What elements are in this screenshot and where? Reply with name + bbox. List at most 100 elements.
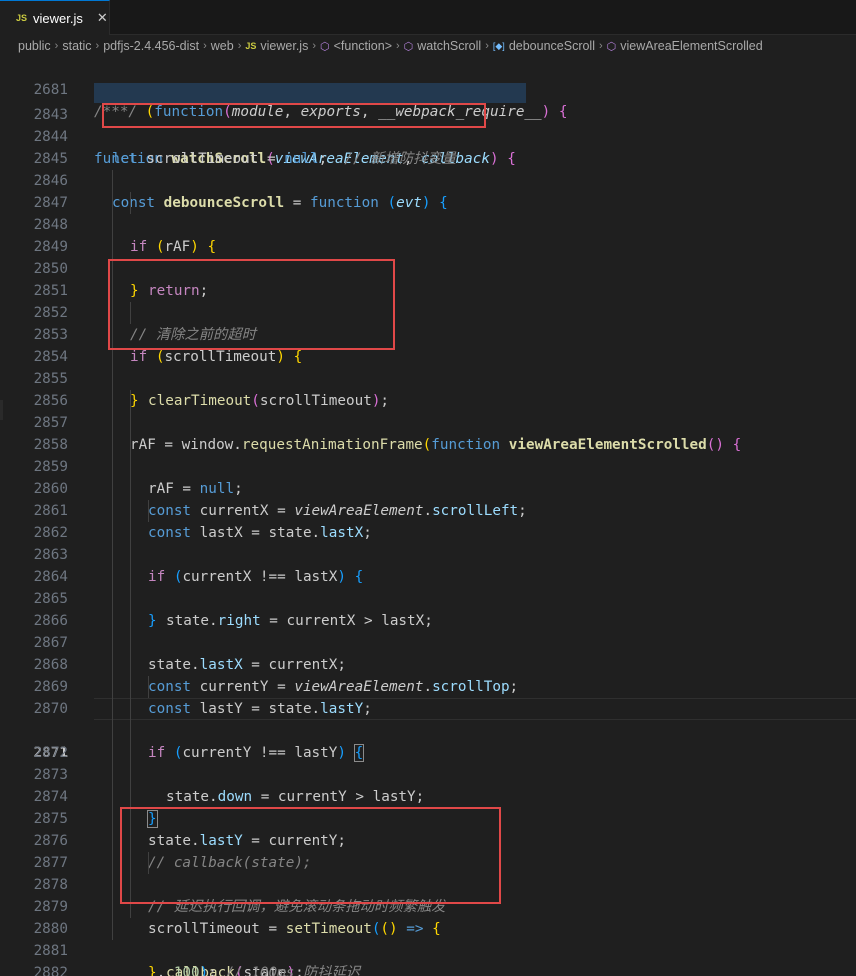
- chevron-right-icon: ›: [237, 40, 242, 52]
- code-line[interactable]: 2864: [0, 544, 856, 585]
- indent-guide: [112, 830, 113, 852]
- indent-guide: [112, 368, 113, 390]
- indent-guide: [112, 170, 113, 192]
- indent-guide: [130, 302, 131, 324]
- code-editor[interactable]: 2681 /***/ (function(module, exports, __…: [0, 57, 856, 976]
- indent-guide: [112, 236, 113, 258]
- code-line[interactable]: 2877 scrollTimeout = setTimeout(() => {: [0, 830, 856, 937]
- chevron-right-icon: ›: [312, 40, 316, 52]
- indent-guide: [112, 544, 113, 566]
- code-line[interactable]: 2878 callback(state);: [0, 852, 856, 976]
- code-line[interactable]: 2844 let scrollTimeout = null; // 新增防抖变量: [0, 104, 856, 167]
- indent-guide: [112, 412, 113, 434]
- breadcrumb-static[interactable]: static: [62, 39, 91, 53]
- breadcrumb-pdfjs-dist[interactable]: pdfjs-2.4.456-dist: [103, 39, 199, 53]
- chevron-right-icon: ›: [54, 40, 59, 52]
- js-file-icon: JS: [16, 13, 28, 23]
- code-line[interactable]: 2879 }, 100); // 100ms 防抖延迟: [0, 874, 856, 976]
- indent-guide: [130, 610, 131, 632]
- indent-guide: [112, 588, 113, 610]
- code-line[interactable]: 2876 // 延迟执行回调，避免滚动条拖动时频繁触发: [0, 808, 856, 915]
- breadcrumb-viewer-js[interactable]: JS viewer.js: [245, 39, 308, 53]
- indent-guide: [130, 588, 131, 610]
- indent-guide: [112, 390, 113, 412]
- code-line[interactable]: 2862 state.right = currentX > lastX;: [0, 500, 856, 629]
- indent-guide: [130, 192, 131, 214]
- code-line[interactable]: 2851 // 清除之前的超时: [0, 258, 856, 343]
- indent-guide: [112, 566, 113, 588]
- indent-guide: [112, 478, 113, 500]
- indent-guide: [130, 544, 131, 566]
- breadcrumb-watchscroll[interactable]: ⬡ watchScroll: [404, 39, 482, 53]
- code-line[interactable]: 2866 const currentY = viewAreaElement.sc…: [0, 588, 856, 695]
- code-line[interactable]: 2858 const currentX = viewAreaElement.sc…: [0, 412, 856, 519]
- breadcrumb-function[interactable]: ⬡ <function>: [320, 39, 392, 53]
- indent-guide: [130, 478, 131, 500]
- code-line[interactable]: 2881 });: [0, 918, 856, 959]
- indent-guide: [112, 874, 113, 896]
- tab-bar: JS viewer.js ✕: [0, 0, 856, 35]
- function-symbol-icon: ⬡: [403, 40, 414, 53]
- code-line[interactable]: 2847 if (rAF) {: [0, 170, 856, 255]
- code-line[interactable]: 2859 const lastX = state.lastX;: [0, 434, 856, 541]
- indent-guide: [112, 258, 113, 280]
- code-line[interactable]: 2681 /***/ (function(module, exports, __…: [0, 57, 856, 120]
- indent-guide: [112, 720, 113, 742]
- code-line[interactable]: 2869 if (currentY !== lastY) {: [0, 654, 856, 762]
- code-line[interactable]: 2843 function watchScroll(viewAreaElemen…: [0, 82, 856, 167]
- code-line[interactable]: 2855: [0, 346, 856, 387]
- breadcrumb-public[interactable]: public: [18, 39, 51, 53]
- function-symbol-icon: ⬡: [320, 40, 330, 53]
- indent-guide: [130, 390, 131, 412]
- indent-guide: [130, 566, 131, 588]
- code-line[interactable]: 2846 const debounceScroll = function (ev…: [0, 148, 856, 211]
- code-line-current[interactable]: 2871 }: [0, 698, 856, 828]
- breadcrumb-viewareaelementscrolled[interactable]: ⬡ viewAreaElementScrolled: [607, 39, 763, 53]
- code-line[interactable]: 2861 if (currentX !== lastX) {: [0, 478, 856, 585]
- code-line[interactable]: 2860: [0, 456, 856, 497]
- indent-guide: [112, 808, 113, 830]
- code-line[interactable]: 2857 rAF = null;: [0, 390, 856, 497]
- code-line[interactable]: 2863 }: [0, 522, 856, 629]
- code-line[interactable]: 2873 state.lastY = currentY;: [0, 742, 856, 849]
- code-line[interactable]: 2870 state.down = currentY > lastY;: [0, 676, 856, 805]
- code-line[interactable]: 2872: [0, 720, 856, 761]
- code-line[interactable]: 2875: [0, 786, 856, 827]
- chevron-right-icon: ›: [203, 40, 207, 52]
- indent-guide: [112, 522, 113, 544]
- code-line[interactable]: 2880: [0, 896, 856, 937]
- indent-guide: [130, 874, 131, 896]
- text-selection: [94, 83, 526, 103]
- chevron-right-icon: ›: [485, 40, 489, 52]
- function-symbol-icon: ⬡: [606, 40, 617, 53]
- code-line[interactable]: 2850: [0, 236, 856, 277]
- tab-viewer-js[interactable]: JS viewer.js ✕: [0, 0, 110, 35]
- code-line[interactable]: 2848 return;: [0, 192, 856, 299]
- indent-guide: [130, 632, 131, 654]
- indent-guide: [112, 302, 113, 324]
- code-line[interactable]: 2849 }: [0, 214, 856, 299]
- breadcrumb-debouncescroll[interactable]: [◆] debounceScroll: [493, 39, 595, 53]
- indent-guide: [112, 610, 113, 632]
- chevron-right-icon: ›: [396, 40, 400, 52]
- code-line[interactable]: 2854 }: [0, 324, 856, 409]
- code-line[interactable]: 2867 const lastY = state.lastY;: [0, 610, 856, 717]
- indent-guide: [130, 720, 131, 742]
- code-line[interactable]: 2852 if (scrollTimeout) {: [0, 280, 856, 365]
- breadcrumb-web[interactable]: web: [211, 39, 234, 53]
- indent-guide: [130, 742, 131, 764]
- code-line[interactable]: 2853 clearTimeout(scrollTimeout);: [0, 302, 856, 409]
- indent-guide: [130, 830, 131, 852]
- code-line[interactable]: 2845: [0, 126, 856, 167]
- js-file-icon: JS: [245, 41, 257, 51]
- code-line[interactable]: 2883: [0, 962, 856, 976]
- indent-guide: [130, 522, 131, 544]
- code-line[interactable]: 2865 state.lastX = currentX;: [0, 566, 856, 673]
- close-icon[interactable]: ✕: [97, 10, 108, 26]
- indent-guide: [130, 764, 131, 786]
- code-line[interactable]: 2868: [0, 632, 856, 673]
- code-line[interactable]: 2856 rAF = window.requestAnimationFrame(…: [0, 368, 856, 453]
- code-line[interactable]: 2882 };: [0, 940, 856, 976]
- indent-guide: [112, 852, 113, 874]
- code-line[interactable]: 2874 // callback(state);: [0, 764, 856, 871]
